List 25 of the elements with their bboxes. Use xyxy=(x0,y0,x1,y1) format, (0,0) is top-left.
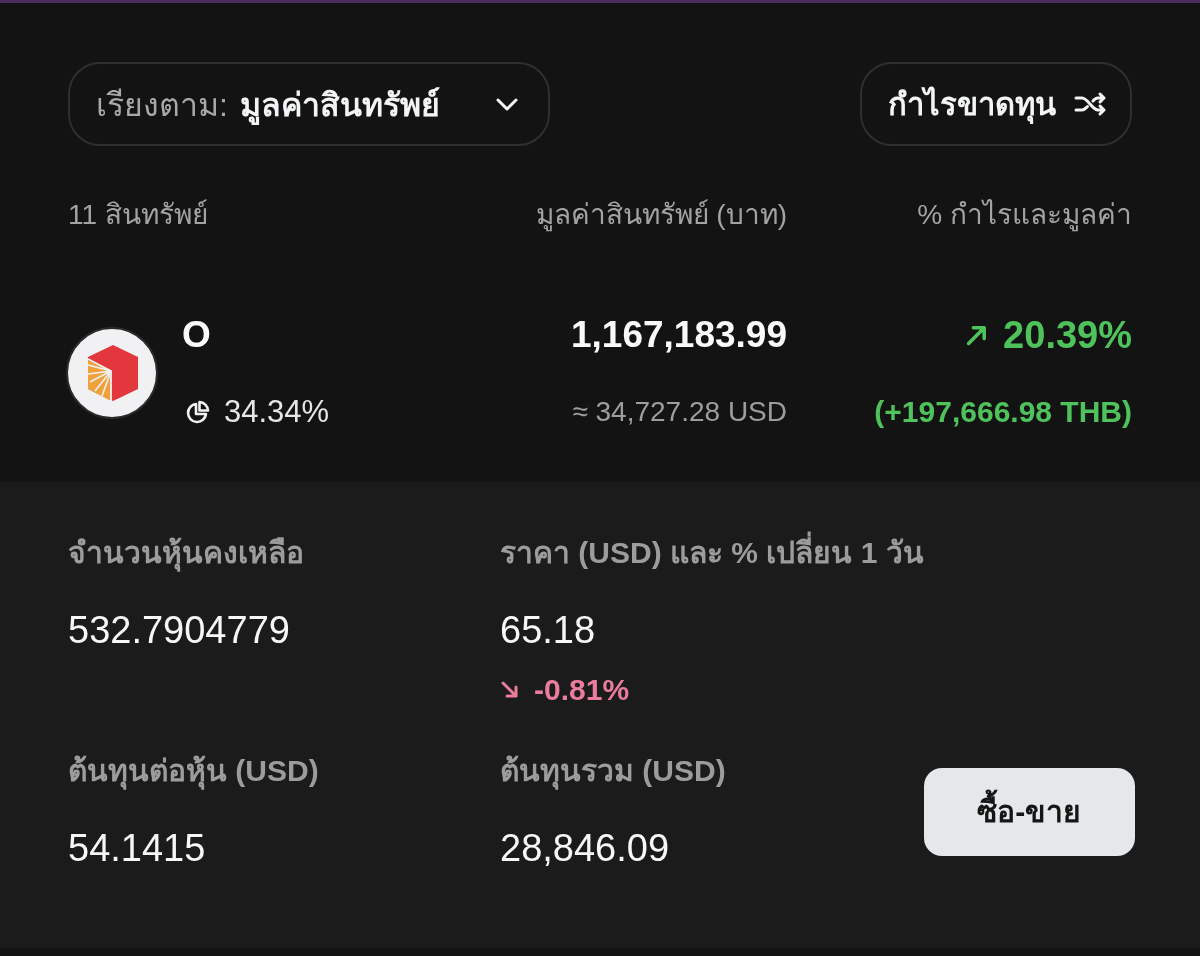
company-logo-icon xyxy=(66,326,158,419)
sort-dropdown[interactable]: เรียงตาม: มูลค่าสินทรัพย์ xyxy=(68,62,550,146)
stock-symbol: O xyxy=(182,313,211,357)
column-header: % กำไรและมูลค่า xyxy=(916,198,1132,234)
column-header: มูลค่าสินทรัพย์ (บาท) xyxy=(535,198,787,234)
chevron-down-icon xyxy=(496,97,518,111)
return-percent: 20.39% xyxy=(1003,313,1132,358)
detail-value: 532.7904779 xyxy=(68,608,290,653)
detail-value: 65.18 xyxy=(500,608,596,653)
trade-button[interactable]: ซื้อ-ขาย xyxy=(923,767,1135,856)
portfolio-share: 34.34% xyxy=(224,393,330,431)
detail-label: จำนวนหุ้นคงเหลือ xyxy=(68,533,304,573)
value-usd: ≈ 34,727.28 USD xyxy=(572,395,787,429)
pie-chart-icon xyxy=(185,399,210,425)
shuffle-icon xyxy=(1074,91,1108,117)
value-thb: 1,167,183.99 xyxy=(570,313,787,357)
detail-value: 28,846.09 xyxy=(500,826,670,871)
return-amount: (+197,666.98 THB) xyxy=(874,394,1132,430)
profit-loss-toggle-button[interactable]: กำไรขาดทุน xyxy=(860,62,1132,146)
detail-value: 54.1415 xyxy=(68,826,206,871)
detail-label: ต้นทุนรวม (USD) xyxy=(500,751,726,791)
daily-change: -0.81% xyxy=(534,672,630,708)
detail-label: ต้นทุนต่อหุ้น (USD) xyxy=(68,751,319,791)
asset-count: 11 สินทรัพย์ xyxy=(68,198,209,232)
detail-label: ราคา (USD) และ % เปลี่ยน 1 วัน xyxy=(500,533,924,573)
